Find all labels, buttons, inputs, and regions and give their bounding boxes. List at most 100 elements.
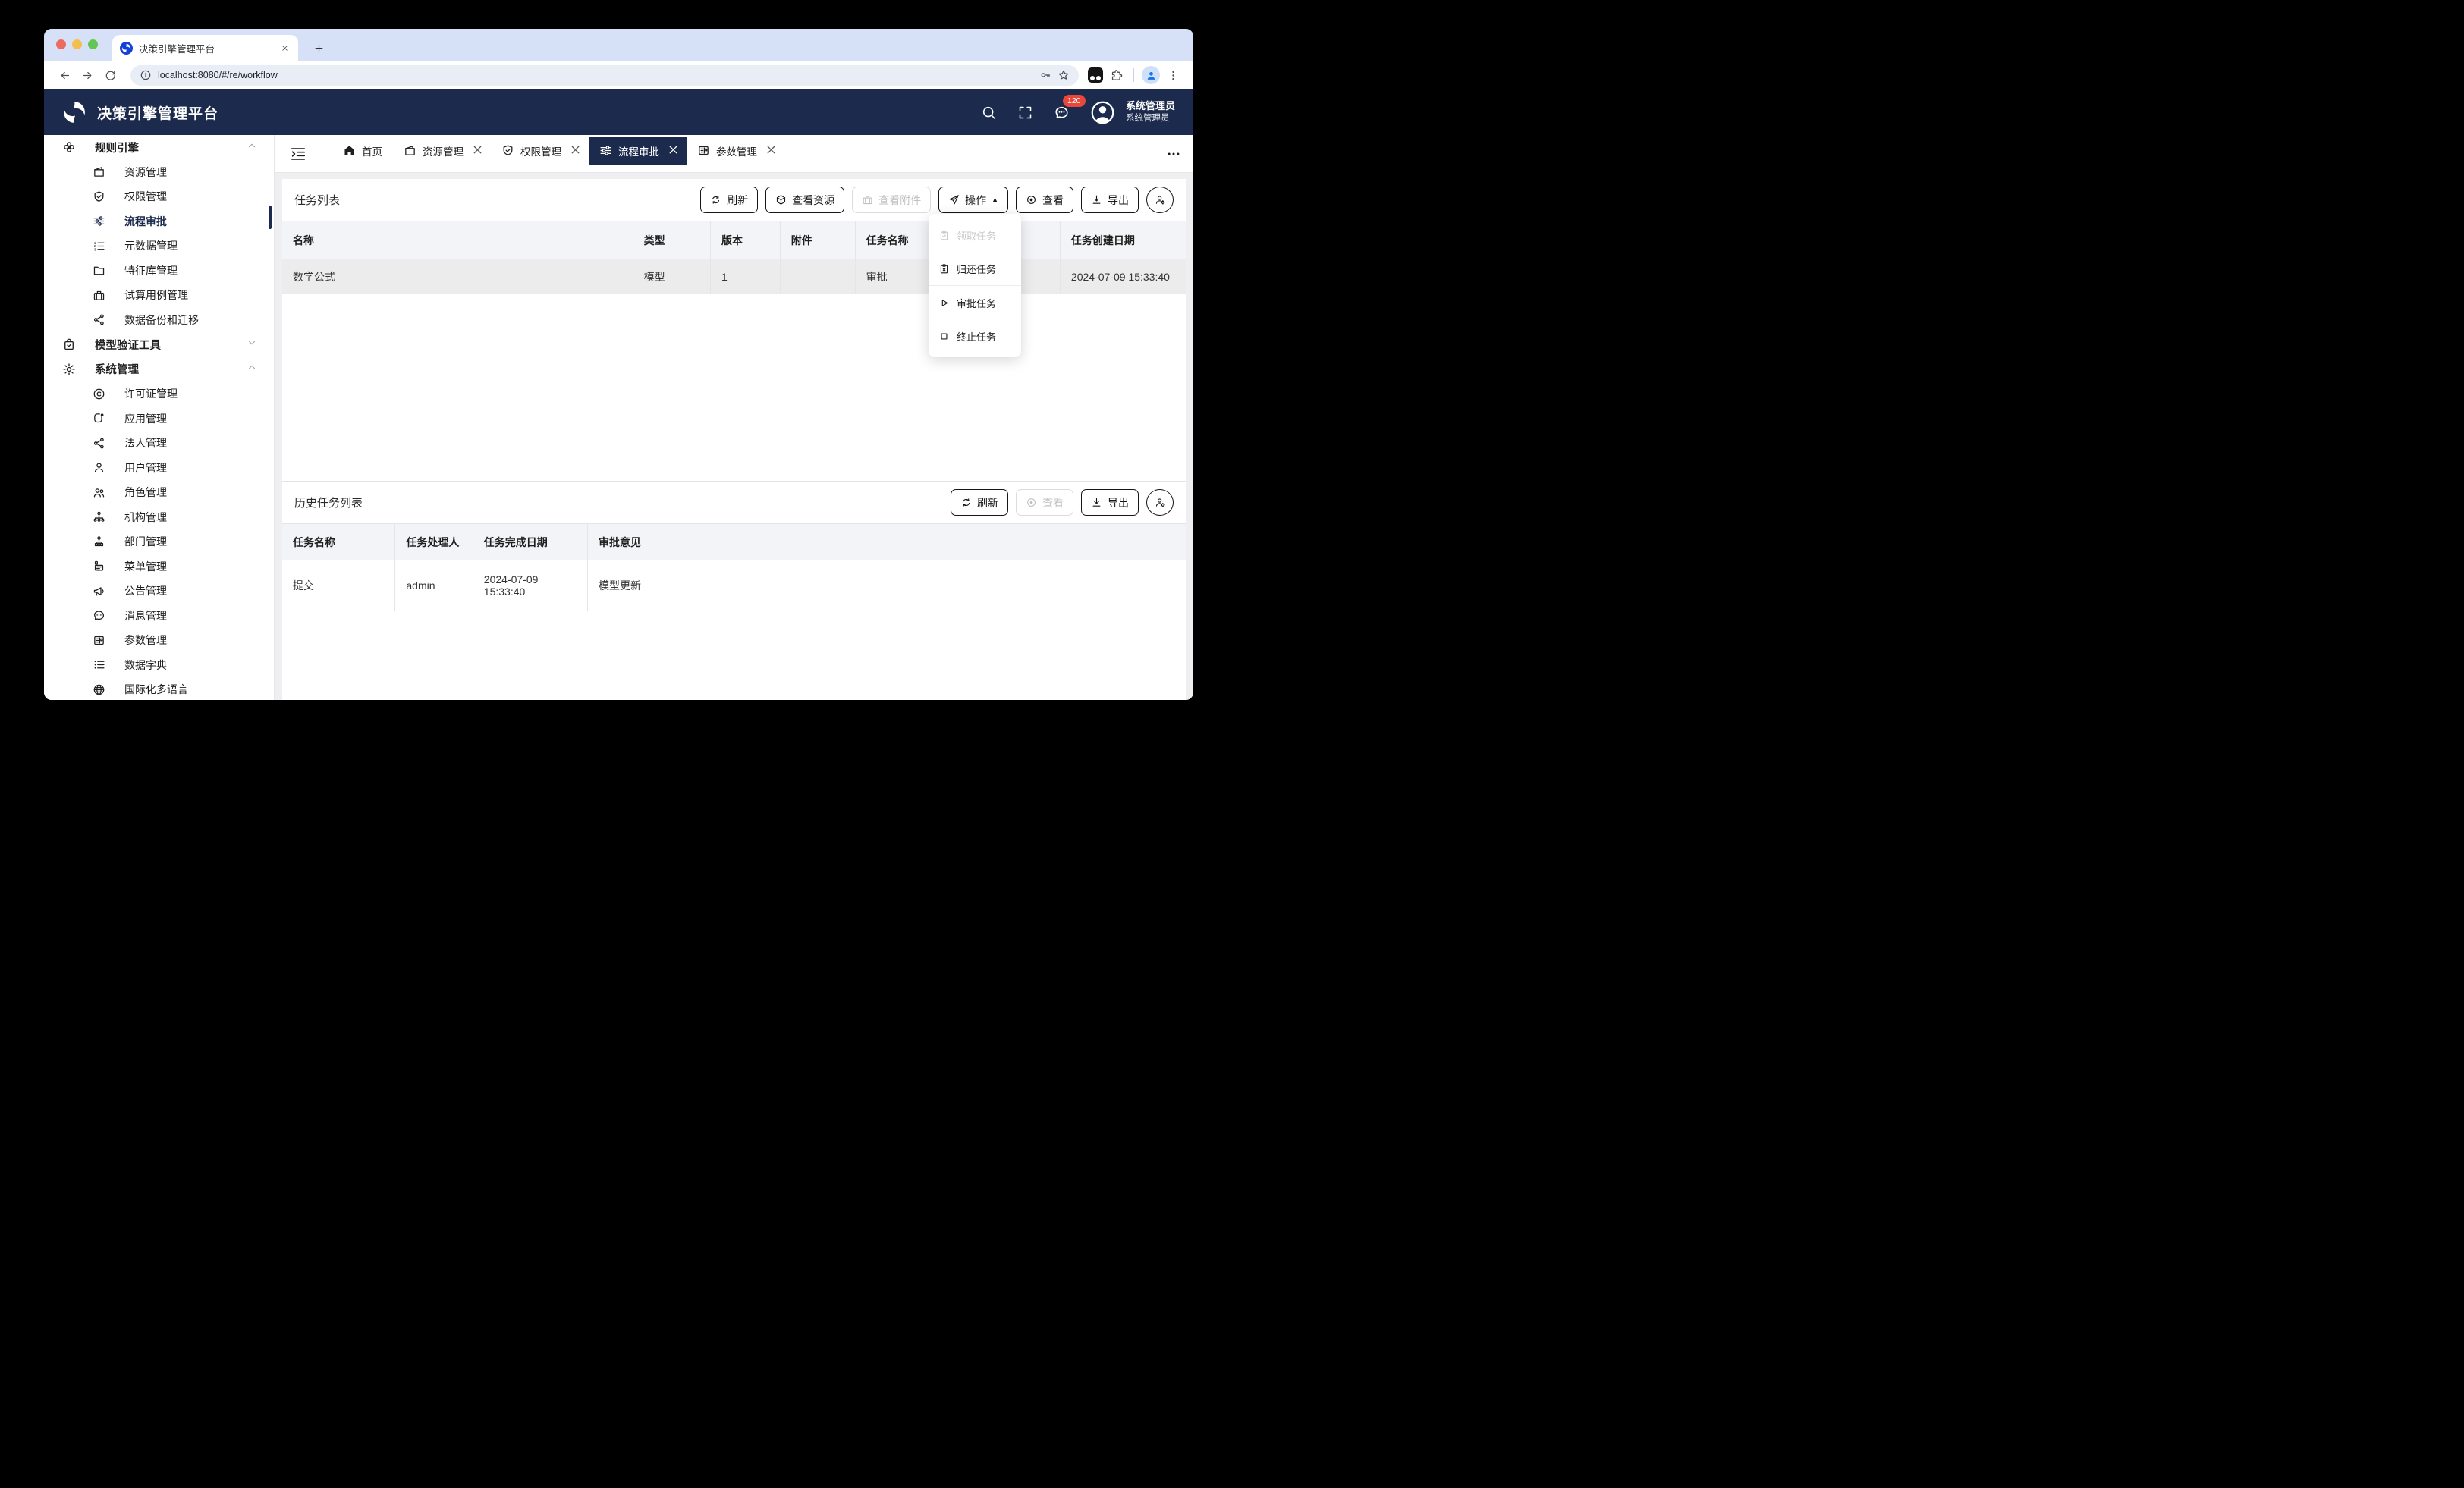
history-column-settings-button[interactable] [1146, 489, 1174, 516]
item-label: 消息管理 [124, 608, 167, 623]
sidebar-item-permission-mgmt[interactable]: 权限管理 [44, 184, 274, 209]
item-label: 法人管理 [124, 435, 167, 450]
sidebar-item-org-mgmt[interactable]: 机构管理 [44, 505, 274, 530]
col-attachment[interactable]: 附件 [780, 221, 855, 259]
sidebar-item-param-mgmt[interactable]: 参数管理 [44, 628, 274, 653]
sidebar-item-role-mgmt[interactable]: 角色管理 [44, 480, 274, 505]
sidebar-item-i18n[interactable]: 国际化多语言 [44, 677, 274, 700]
fullscreen-icon[interactable] [1017, 104, 1034, 121]
user-avatar[interactable] [1090, 100, 1115, 125]
history-export-button[interactable]: 导出 [1081, 489, 1139, 516]
user-meta[interactable]: 系统管理员 系统管理员 [1126, 99, 1175, 124]
sidebar-collapse-icon[interactable] [290, 146, 306, 162]
search-icon[interactable] [981, 104, 998, 121]
tab-resource-mgmt[interactable]: 资源管理 [393, 137, 491, 165]
new-tab-button[interactable] [309, 38, 328, 58]
tab-close-icon[interactable] [765, 143, 774, 159]
view-attachment-button[interactable]: 查看附件 [852, 187, 931, 213]
menu-item-return-task[interactable]: 归还任务 [929, 252, 1021, 285]
sidebar-item-license-mgmt[interactable]: 许可证管理 [44, 381, 274, 407]
col-task-handler[interactable]: 任务处理人 [395, 524, 473, 560]
browser-menu-kebab-icon[interactable] [1163, 65, 1183, 85]
sidebar-item-data-backup-migration[interactable]: 数据备份和迁移 [44, 308, 274, 333]
forward-icon[interactable] [77, 65, 97, 85]
col-task-name[interactable]: 任务名称 [855, 221, 930, 259]
site-favicon [120, 42, 133, 55]
sidebar-item-data-dict[interactable]: 数据字典 [44, 653, 274, 678]
site-info-icon[interactable] [140, 69, 152, 81]
more-tabs-icon[interactable] [1164, 145, 1183, 163]
password-key-icon[interactable] [1039, 69, 1051, 81]
button-label: 刷新 [977, 495, 998, 510]
item-label: 许可证管理 [124, 386, 178, 401]
sidebar-item-notice-mgmt[interactable]: 公告管理 [44, 579, 274, 604]
sidebar-scrollbar-thumb[interactable] [269, 206, 272, 229]
messages-icon[interactable]: 120 [1054, 104, 1070, 121]
view-button[interactable]: 查看 [1016, 187, 1073, 213]
sidebar-item-metadata-mgmt[interactable]: 元数据管理 [44, 234, 274, 259]
tab-home[interactable]: 首页 [332, 137, 393, 165]
col-task-created[interactable]: 任务创建日期 [1060, 221, 1186, 259]
content-panel: 任务列表 刷新 查看资源 查看附件 [282, 179, 1186, 700]
col-version[interactable]: 版本 [711, 221, 781, 259]
sidebar-item-trial-case-mgmt[interactable]: 试算用例管理 [44, 283, 274, 308]
sidebar-section-system-mgmt[interactable]: 系统管理 [44, 357, 274, 382]
tab-close-icon[interactable] [667, 143, 676, 159]
history-refresh-button[interactable]: 刷新 [951, 489, 1008, 516]
tab-permission-mgmt[interactable]: 权限管理 [491, 137, 589, 165]
col-task-name[interactable]: 任务名称 [282, 524, 395, 560]
reload-icon[interactable] [100, 65, 120, 85]
back-icon[interactable] [55, 65, 74, 85]
sidebar-item-user-mgmt[interactable]: 用户管理 [44, 456, 274, 481]
sidebar-item-message-mgmt[interactable]: 消息管理 [44, 604, 274, 629]
sliders-icon [599, 144, 612, 157]
sidebar-section-rule-engine[interactable]: 规则引擎 [44, 135, 274, 160]
menu-item-approve-task[interactable]: 审批任务 [929, 286, 1021, 319]
user-name: 系统管理员 [1126, 99, 1175, 113]
sidebar-item-resource-mgmt[interactable]: 资源管理 [44, 160, 274, 185]
gear-icon [62, 363, 76, 376]
menu-card-icon [93, 560, 105, 573]
download-icon [1091, 497, 1102, 508]
browser-profile-avatar[interactable] [1142, 66, 1160, 84]
close-window-button[interactable] [56, 39, 66, 49]
extension-icon[interactable] [1088, 67, 1103, 83]
item-label: 参数管理 [124, 633, 167, 648]
sidebar-item-dept-mgmt[interactable]: 部门管理 [44, 529, 274, 554]
export-button[interactable]: 导出 [1081, 187, 1139, 213]
sidebar-item-workflow-approval[interactable]: 流程审批 [44, 209, 274, 234]
tab-close-icon[interactable] [471, 143, 480, 159]
sidebar-item-app-mgmt[interactable]: 应用管理 [44, 407, 274, 432]
refresh-button[interactable]: 刷新 [700, 187, 758, 213]
history-list-header: 历史任务列表 刷新 查看 导出 [282, 482, 1186, 523]
sidebar-item-menu-mgmt[interactable]: 菜单管理 [44, 554, 274, 579]
view-resource-button[interactable]: 查看资源 [765, 187, 844, 213]
col-name[interactable]: 名称 [282, 221, 633, 259]
sidebar-item-legal-person-mgmt[interactable]: 法人管理 [44, 431, 274, 456]
sidebar-section-model-validation[interactable]: 模型验证工具 [44, 332, 274, 357]
tab-workflow-approval[interactable]: 流程审批 [589, 137, 687, 165]
bookmark-star-icon[interactable] [1058, 69, 1070, 81]
col-task-finished[interactable]: 任务完成日期 [473, 524, 587, 560]
cell-task-handler: admin [395, 560, 473, 611]
sidebar-item-feature-lib-mgmt[interactable]: 特征库管理 [44, 259, 274, 284]
history-table-row[interactable]: 提交 admin 2024-07-09 15:33:40 模型更新 [282, 560, 1186, 611]
browser-tab[interactable]: 决策引擎管理平台 [112, 35, 298, 61]
menu-item-claim-task[interactable]: 领取任务 [929, 218, 1021, 252]
history-view-button[interactable]: 查看 [1016, 489, 1073, 516]
menu-item-terminate-task[interactable]: 终止任务 [929, 319, 1021, 353]
tab-close-icon[interactable] [569, 143, 578, 159]
minimize-window-button[interactable] [72, 39, 82, 49]
address-bar[interactable]: localhost:8080/#/re/workflow [130, 65, 1079, 86]
col-approval-opinion[interactable]: 审批意见 [588, 524, 1186, 560]
action-button[interactable]: 操作 ▲ [938, 187, 1008, 213]
button-label: 查看附件 [878, 193, 921, 208]
tab-param-mgmt[interactable]: 参数管理 [687, 137, 784, 165]
tab-close-icon[interactable] [278, 42, 291, 54]
column-settings-button[interactable] [1146, 187, 1174, 213]
zoom-window-button[interactable] [88, 39, 98, 49]
col-type[interactable]: 类型 [633, 221, 710, 259]
task-table-row[interactable]: 数学公式 模型 1 审批 2024-07-09 15:33:40 [282, 259, 1186, 294]
extensions-puzzle-icon[interactable] [1106, 65, 1126, 85]
numbered-list-icon [93, 240, 105, 253]
